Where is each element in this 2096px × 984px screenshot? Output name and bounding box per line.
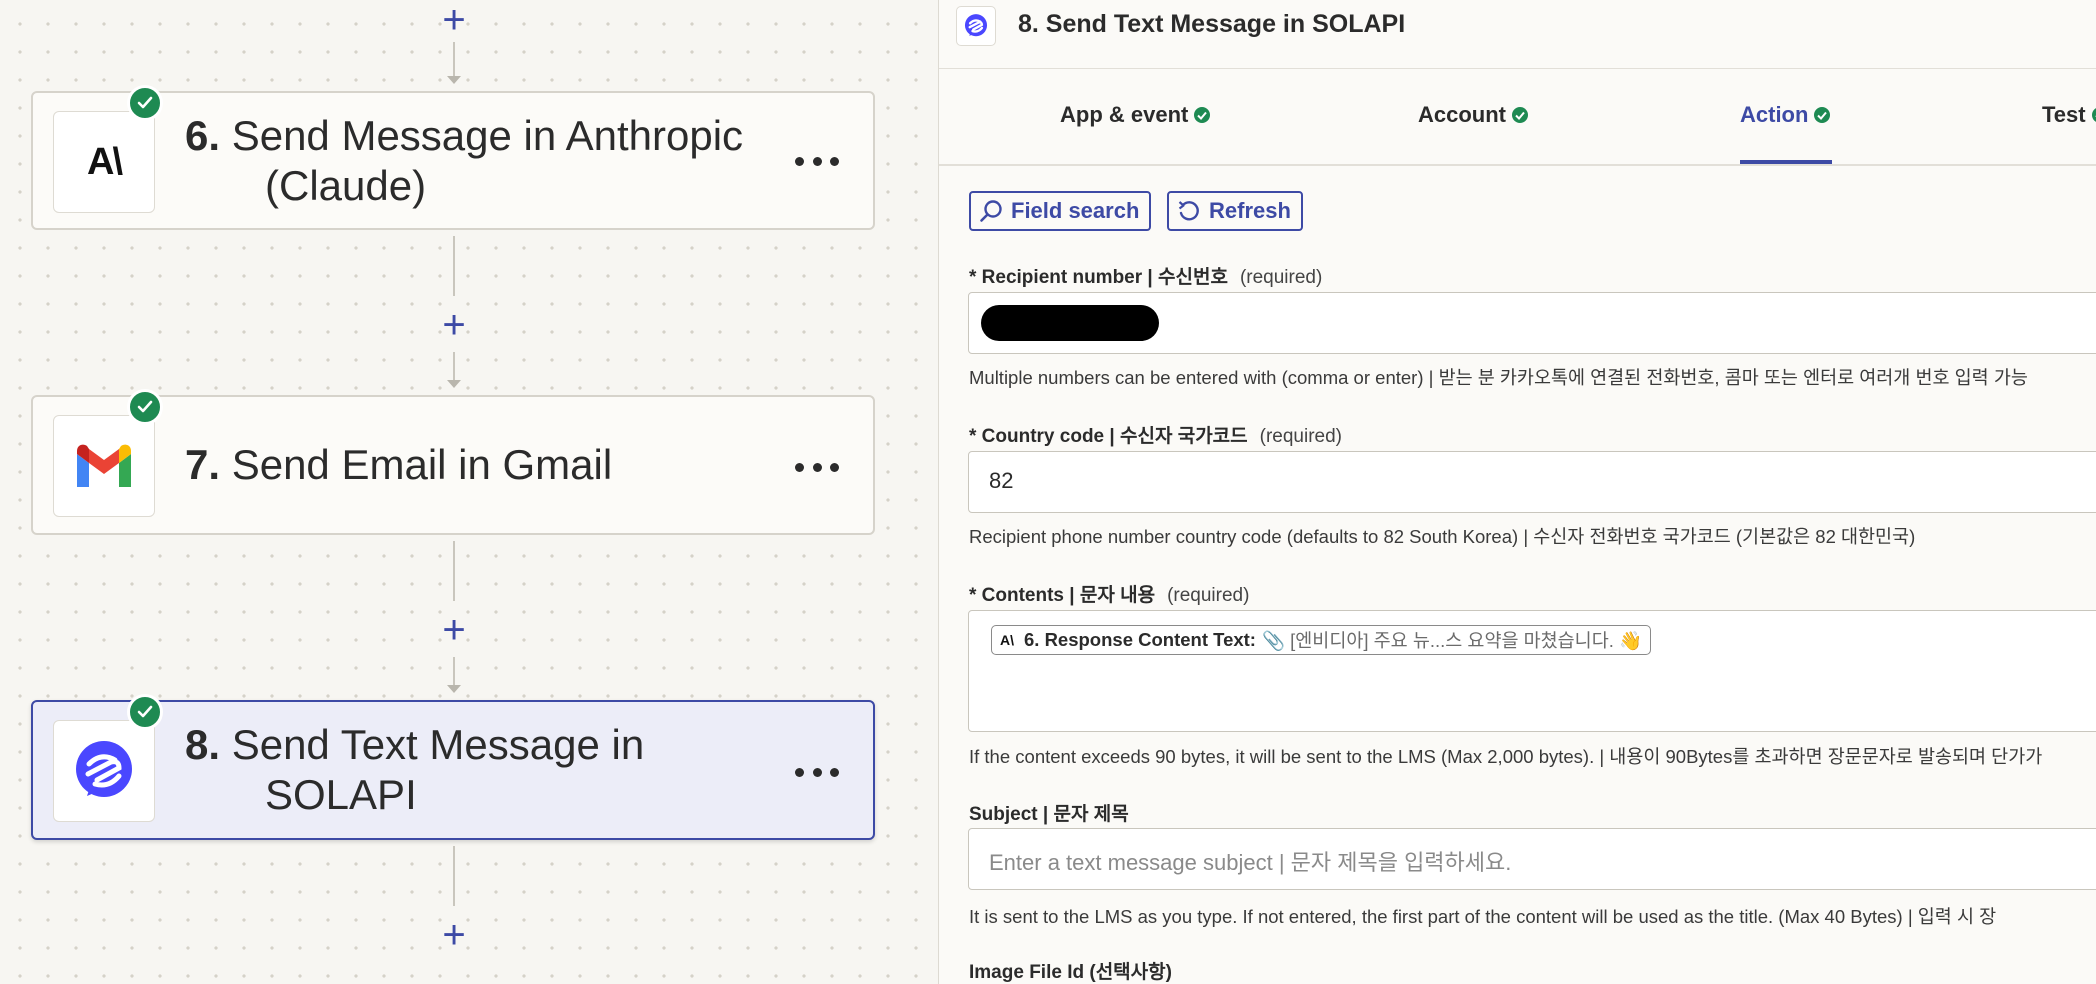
- recipient-number-help: Multiple numbers can be entered with (co…: [969, 367, 2028, 388]
- complete-check-icon: [127, 694, 163, 730]
- pill-value: 📎 [엔비디아] 주요 뉴...스 요약을 마쳤습니다. 👋: [1261, 630, 1643, 651]
- connector-line: [453, 657, 455, 687]
- tab-complete-icon: [1512, 107, 1528, 123]
- field-search-button[interactable]: Field search: [969, 191, 1152, 231]
- tab-test[interactable]: Test: [2042, 102, 2096, 128]
- panel-header: 8. Send Text Message in SOLAPI: [939, 0, 2096, 69]
- subject-label: Subject | 문자 제목: [969, 804, 1129, 825]
- country-code-label: * Country code | 수신자 국가코드 (required): [969, 426, 1343, 447]
- solapi-logo-icon: [956, 6, 996, 46]
- subject-input[interactable]: Enter a text message subject | 문자 제목을 입력…: [968, 828, 2096, 890]
- step-title: 6. Send Message in Anthropic (Claude): [185, 112, 744, 209]
- country-code-value: 82: [989, 468, 1014, 493]
- connector-line: [453, 236, 455, 296]
- country-code-help: Recipient phone number country code (def…: [969, 526, 1916, 547]
- tab-complete-icon: [1194, 107, 1211, 123]
- tab-complete-icon: [2091, 107, 2096, 123]
- step-menu-button[interactable]: [795, 155, 839, 167]
- gmail-logo-icon: [53, 415, 155, 517]
- complete-check-icon: [127, 85, 163, 121]
- active-tab-indicator: [1740, 160, 1832, 164]
- step-card-solapi[interactable]: 8. Send Text Message in SOLAPI: [31, 694, 875, 840]
- contents-label: * Contents | 문자 내용 (required): [969, 585, 1250, 606]
- add-step-button[interactable]: +: [436, 0, 472, 40]
- contents-help: If the content exceeds 90 bytes, it will…: [969, 746, 2043, 767]
- step-title: 8. Send Text Message in SOLAPI: [185, 721, 645, 818]
- solapi-logo-icon: [53, 720, 155, 822]
- add-step-button[interactable]: +: [436, 305, 472, 345]
- step-tabs: App & event Account Action Test: [939, 68, 2096, 166]
- contents-input[interactable]: A\ 6. Response Content Text: 📎 [엔비디아] 주요…: [968, 610, 2096, 732]
- connector-line: [453, 846, 455, 906]
- workflow-canvas: + A\ 6. Send Message in Anthropic (Claud…: [0, 0, 938, 984]
- add-step-button[interactable]: +: [436, 915, 472, 955]
- step-card-anthropic[interactable]: A\ 6. Send Message in Anthropic (Claude): [31, 85, 875, 230]
- add-step-button[interactable]: +: [436, 610, 472, 650]
- complete-check-icon: [127, 389, 163, 425]
- recipient-number-input[interactable]: [968, 292, 2096, 354]
- refresh-button[interactable]: Refresh: [1167, 191, 1303, 231]
- subject-help: It is sent to the LMS as you type. If no…: [969, 906, 1997, 927]
- connector-line: [453, 42, 455, 78]
- search-icon: [980, 200, 1002, 222]
- mapped-field-pill[interactable]: A\ 6. Response Content Text: 📎 [엔비디아] 주요…: [991, 625, 1652, 655]
- tab-action[interactable]: Action: [1740, 102, 1831, 128]
- step-menu-button[interactable]: [795, 766, 839, 778]
- subject-placeholder: Enter a text message subject | 문자 제목을 입력…: [989, 850, 1512, 875]
- tab-complete-icon: [1814, 107, 1831, 123]
- tab-app-event[interactable]: App & event: [1060, 102, 1211, 128]
- step-menu-button[interactable]: [795, 461, 839, 473]
- country-code-input[interactable]: 82: [968, 451, 2096, 513]
- recipient-number-label: * Recipient number | 수신번호 (required): [969, 267, 1323, 288]
- tab-account[interactable]: Account: [1418, 102, 1528, 128]
- connector-arrow: [447, 685, 461, 693]
- panel-title: 8. Send Text Message in SOLAPI: [1018, 10, 1406, 38]
- image-file-id-label: Image File Id (선택사항): [969, 962, 1172, 983]
- step-editor-panel: 8. Send Text Message in SOLAPI App & eve…: [938, 0, 2096, 984]
- connector-line: [453, 541, 455, 601]
- anthropic-logo-icon: A\: [1000, 632, 1014, 648]
- connector-arrow: [447, 380, 461, 388]
- connector-arrow: [447, 76, 461, 84]
- refresh-icon: [1178, 201, 1199, 221]
- step-title: 7. Send Email in Gmail: [185, 441, 613, 488]
- redacted-value: [981, 305, 1159, 341]
- anthropic-logo-icon: A\: [53, 111, 155, 213]
- pill-label: 6. Response Content Text:: [1024, 629, 1256, 650]
- connector-line: [453, 352, 455, 382]
- step-card-gmail[interactable]: 7. Send Email in Gmail: [31, 389, 875, 535]
